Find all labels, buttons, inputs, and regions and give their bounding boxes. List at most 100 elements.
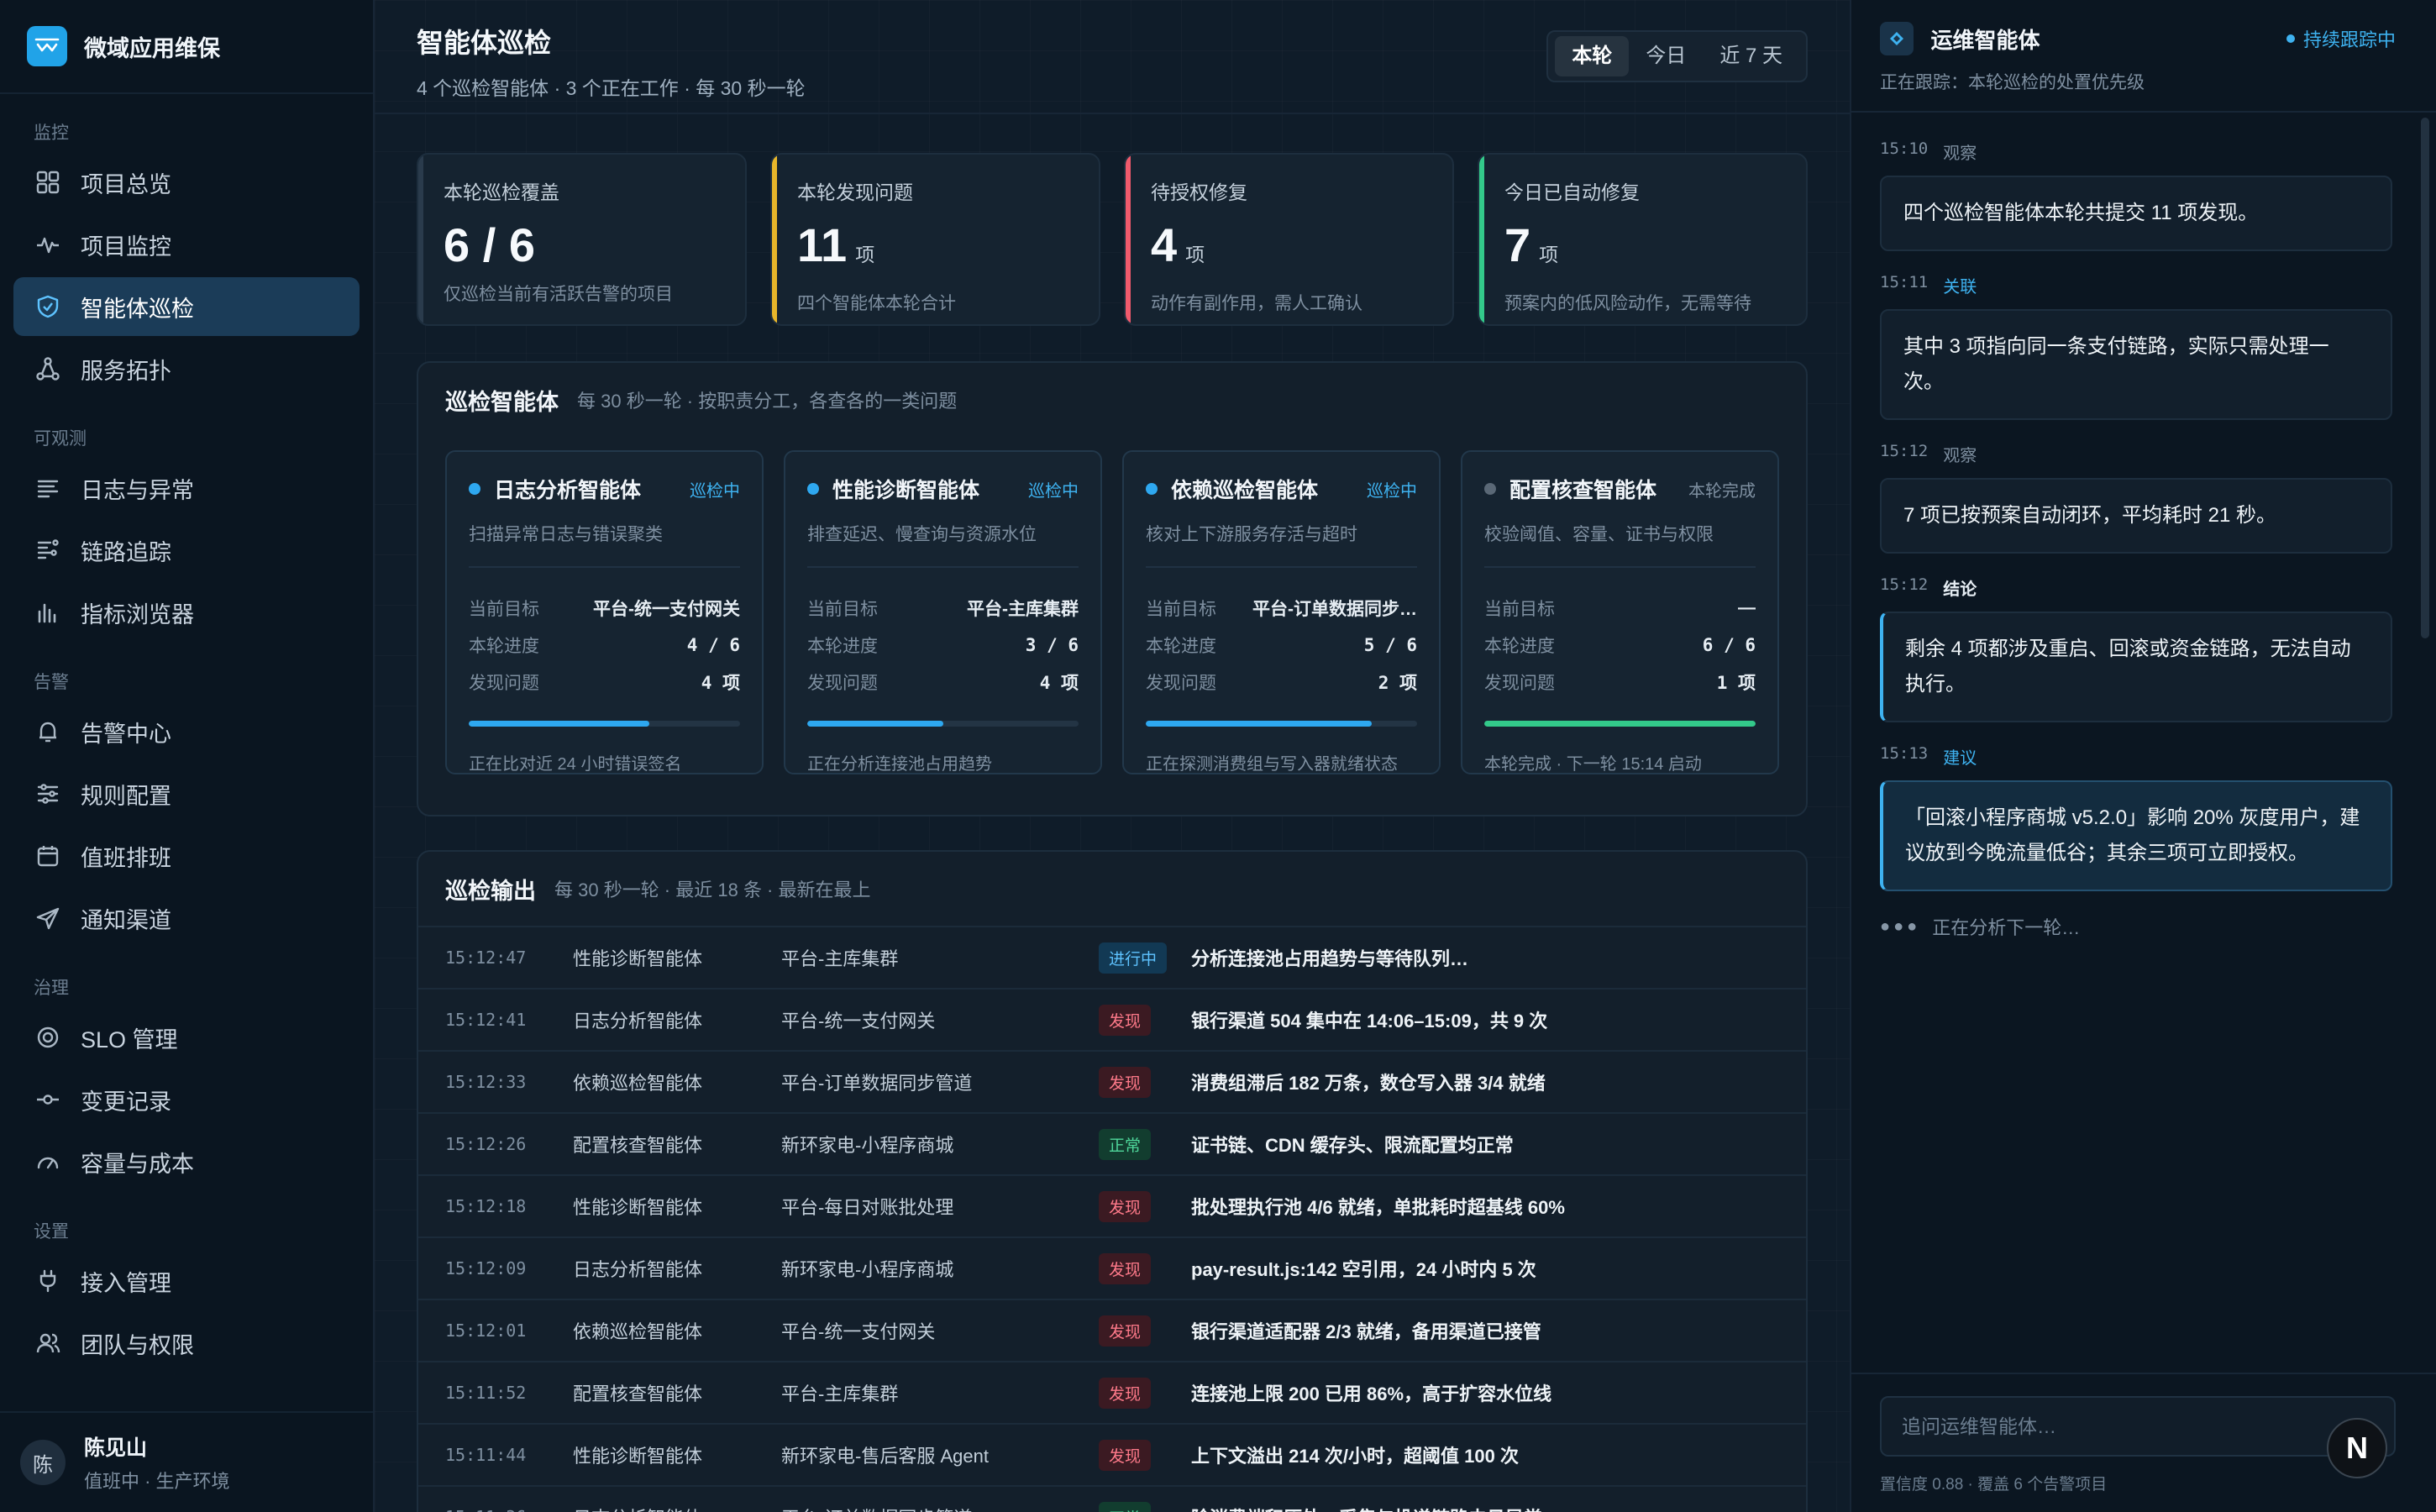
assistant-header: 运维智能体 持续跟踪中 正在跟踪：本轮巡检的处置优先级	[1851, 0, 2436, 113]
stat-accent-bar	[418, 155, 423, 324]
agent-card[interactable]: 配置核查智能体 本轮完成 校验阈值、容量、证书与权限 当前目标 — 本轮进度 6 / 6 发现…	[1461, 450, 1779, 774]
status-badge: 发现	[1099, 1439, 1152, 1471]
sidebar-item[interactable]: 值班排班	[13, 827, 360, 885]
agent-progress-bar	[807, 721, 1079, 727]
calendar-icon	[34, 842, 62, 870]
table-row[interactable]: 15:12:09 日志分析智能体 新环家电-小程序商城 发现 pay-result.js…	[418, 1236, 1806, 1299]
agent-card[interactable]: 日志分析智能体 巡检中 扫描异常日志与错误聚类 当前目标 平台-统一支付网关 本轮进度 4 …	[445, 450, 764, 774]
floating-action-button[interactable]: N	[2327, 1418, 2387, 1478]
stat-accent-bar	[1479, 155, 1484, 324]
assistant-input[interactable]	[1880, 1396, 2396, 1457]
tab-today[interactable]: 今日	[1629, 36, 1703, 76]
status-badge: 正常	[1099, 1128, 1152, 1160]
sidebar-item[interactable]: 团队与权限	[13, 1314, 360, 1373]
table-row[interactable]: 15:12:47 性能诊断智能体 平台-主库集群 进行中 分析连接池占用趋势与等待队列…	[418, 926, 1806, 988]
sidebar-nav: 监控 项目总览 项目监控 智能体巡检 服务拓扑 可观测 日志与异常 链路追踪 指标浏览器 告警 告警…	[0, 114, 373, 1373]
message-time: 15:12	[1880, 575, 1929, 594]
assistant-logo-icon	[1880, 22, 1914, 55]
sidebar-item[interactable]: 规则配置	[13, 764, 360, 823]
nav-section-title: 治理	[34, 979, 69, 998]
log-target: 新环家电-小程序商城	[781, 1135, 954, 1156]
sidebar-item[interactable]: 项目监控	[13, 215, 360, 274]
agent-footnote: 正在比对近 24 小时错误签名	[469, 755, 682, 774]
table-row[interactable]: 15:12:41 日志分析智能体 平台-统一支付网关 发现 银行渠道 504 集中在 1…	[418, 988, 1806, 1050]
status-badge: 发现	[1099, 1066, 1152, 1098]
agent-row-target: 当前目标 平台-主库集群	[807, 590, 1079, 627]
sidebar-item[interactable]: 接入管理	[13, 1252, 360, 1310]
log-agent: 性能诊断智能体	[573, 1197, 703, 1218]
agent-row-label: 当前目标	[1484, 600, 1555, 619]
message-time: 15:11	[1880, 273, 1929, 291]
table-row[interactable]: 15:12:18 性能诊断智能体 平台-每日对账批处理 发现 批处理执行池 4/6 就绪…	[418, 1174, 1806, 1236]
message-bubble: 其中 3 项指向同一条支付链路，实际只需处理一次。	[1880, 309, 2392, 420]
user-profile[interactable]: 陈 陈见山 值班中 · 生产环境	[0, 1411, 373, 1512]
sidebar-item-label: 项目监控	[81, 234, 171, 260]
agent-card[interactable]: 性能诊断智能体 巡检中 排查延迟、慢查询与资源水位 当前目标 平台-主库集群 本轮进度 3 …	[784, 450, 1102, 774]
sidebar-item-label: 值班排班	[81, 845, 171, 871]
sidebar-item[interactable]: 项目总览	[13, 153, 360, 212]
sidebar-item[interactable]: 服务拓扑	[13, 339, 360, 398]
commit-icon	[34, 1085, 62, 1114]
topology-icon	[34, 354, 62, 383]
message-bubble: 「回滚小程序商城 v5.2.0」影响 20% 灰度用户，建议放到今晚流量低谷；其…	[1880, 780, 2392, 891]
agent-status: 巡检中	[1367, 481, 1417, 501]
users-icon	[34, 1329, 62, 1357]
log-agent: 依赖巡检智能体	[573, 1321, 703, 1342]
stat-value: 7	[1504, 218, 1531, 271]
log-target: 新环家电-小程序商城	[781, 1259, 954, 1280]
table-row[interactable]: 15:12:01 依赖巡检智能体 平台-统一支付网关 发现 银行渠道适配器 2/3 就绪…	[418, 1299, 1806, 1361]
log-message: 证书链、CDN 缓存头、限流配置均正常	[1191, 1135, 1514, 1156]
tab-current-round[interactable]: 本轮	[1555, 36, 1630, 76]
agent-row-value: 6 / 6	[1702, 635, 1756, 655]
sidebar-item[interactable]: 容量与成本	[13, 1132, 360, 1191]
sidebar-item[interactable]: 变更记录	[13, 1070, 360, 1129]
sidebar-item[interactable]: 指标浏览器	[13, 583, 360, 642]
log-target: 平台-订单数据同步管道	[781, 1504, 1099, 1512]
agent-footnote: 正在分析连接池占用趋势	[807, 755, 992, 774]
log-message: 连接池上限 200 已用 86%，高于扩容水位线	[1191, 1383, 1552, 1404]
status-dot-icon	[2286, 34, 2295, 43]
table-row[interactable]: 15:11:36日志分析智能体平台-订单数据同步管道正常 除消费端积压外，采集与投…	[418, 1485, 1806, 1512]
stat-accent-bar	[1126, 155, 1131, 324]
table-row[interactable]: 15:11:52 配置核查智能体 平台-主库集群 发现 连接池上限 200 已用 86%…	[418, 1361, 1806, 1423]
agent-row-target: 当前目标 平台-订单数据同步…	[1146, 590, 1417, 627]
agent-card[interactable]: 依赖巡检智能体 巡检中 核对上下游服务存活与超时 当前目标 平台-订单数据同步… 本轮进度…	[1122, 450, 1441, 774]
sidebar-item[interactable]: 告警中心	[13, 702, 360, 761]
sidebar-item[interactable]: 链路追踪	[13, 521, 360, 580]
brand[interactable]: 微域应用维保	[0, 0, 373, 94]
sidebar-item[interactable]: 日志与异常	[13, 459, 360, 517]
stat-note: 动作有副作用，需人工确认	[1151, 294, 1362, 313]
agent-row-value: 1 项	[1716, 673, 1756, 693]
agent-row-label: 本轮进度	[1146, 637, 1216, 656]
table-row[interactable]: 15:11:44 性能诊断智能体 新环家电-售后客服 Agent 发现 上下文溢出 21…	[418, 1423, 1806, 1485]
thinking-indicator: ●●● 正在分析下一轮…	[1880, 913, 2392, 940]
stat-card: 本轮发现问题 11 项四个智能体本轮合计	[770, 153, 1100, 326]
output-panel-title: 巡检输出	[445, 878, 536, 904]
nav-section: 监控 项目总览 项目监控 智能体巡检 服务拓扑	[0, 114, 373, 398]
message-time: 15:13	[1880, 744, 1929, 763]
log-message: 分析连接池占用趋势与等待队列…	[1191, 948, 1469, 969]
sidebar-item[interactable]: SLO 管理	[13, 1008, 360, 1067]
log-message: 银行渠道适配器 2/3 就绪，备用渠道已接管	[1191, 1321, 1541, 1342]
log-target: 平台-主库集群	[781, 1383, 899, 1404]
table-row[interactable]: 15:12:33 依赖巡检智能体 平台-订单数据同步管道 发现 消费组滞后 182 万条…	[418, 1050, 1806, 1112]
plug-icon	[34, 1267, 62, 1295]
sidebar-item[interactable]: 通知渠道	[13, 889, 360, 948]
agent-progress-fill	[807, 721, 943, 727]
sidebar-item[interactable]: 智能体巡检	[13, 277, 360, 336]
grid-icon	[34, 168, 62, 197]
assistant-scrollbar[interactable]	[2421, 118, 2429, 638]
tab-last-7-days[interactable]: 近 7 天	[1703, 36, 1799, 76]
sidebar-item-label: 规则配置	[81, 783, 171, 809]
log-agent: 性能诊断智能体	[573, 1446, 703, 1467]
log-target: 平台-每日对账批处理	[781, 1197, 954, 1218]
stat-value: 6 / 6	[444, 218, 535, 271]
pulse-icon	[34, 230, 62, 259]
assistant-footer: 置信度 0.88 · 覆盖 6 个告警项目	[1880, 1476, 2108, 1494]
table-row[interactable]: 15:12:26 配置核查智能体 新环家电-小程序商城 正常 证书链、CDN 缓存头、限…	[418, 1112, 1806, 1174]
agent-description: 校验阈值、容量、证书与权限	[1484, 521, 1756, 568]
log-target: 平台-主库集群	[781, 948, 899, 969]
agent-progress-fill	[1484, 721, 1756, 727]
log-message: 除消费端积压外，采集与投递链路未见异常	[1191, 1504, 1542, 1512]
stat-card: 待授权修复 4 项动作有副作用，需人工确认	[1124, 153, 1454, 326]
